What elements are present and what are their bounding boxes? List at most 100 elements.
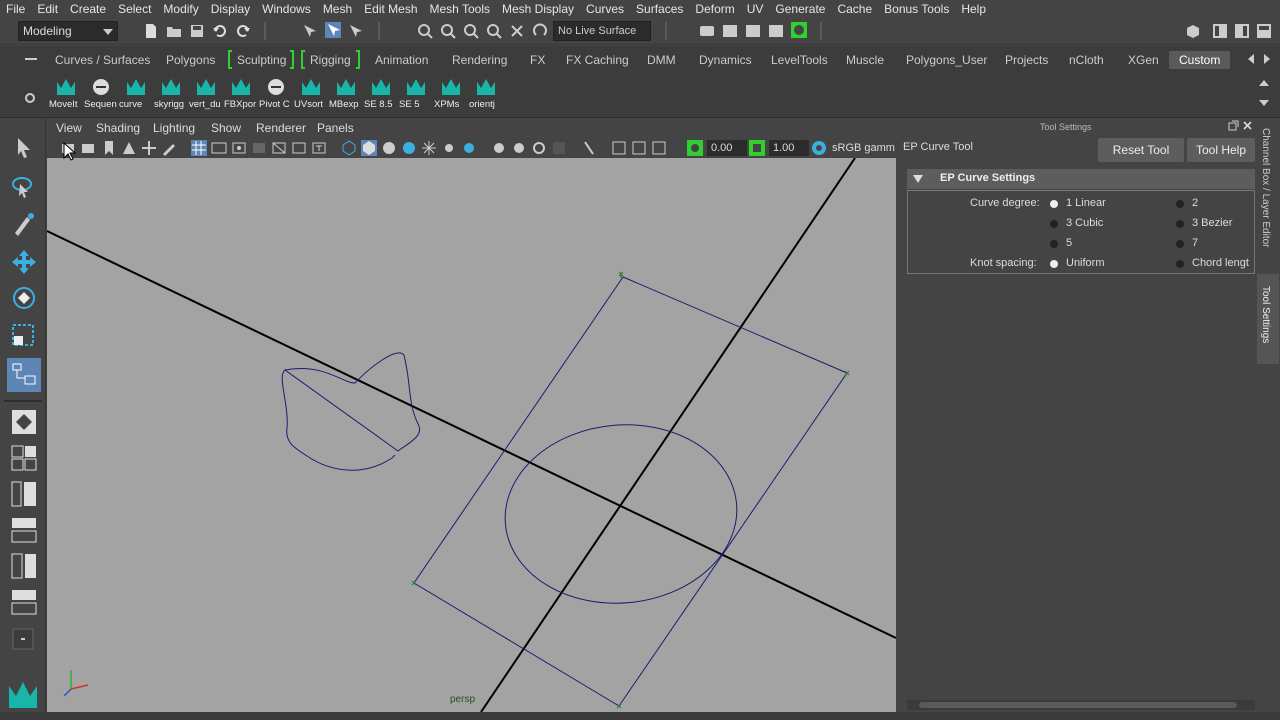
menu-item[interactable]: Bonus Tools <box>878 0 955 18</box>
grease-pencil-icon[interactable] <box>161 140 177 156</box>
time-slider[interactable] <box>0 712 1280 720</box>
shelf-button[interactable]: MoveIt <box>49 76 83 114</box>
shelf-scroll-up-icon[interactable] <box>1258 78 1270 88</box>
film-gate-icon[interactable] <box>211 140 227 156</box>
shelf-tab[interactable]: Rendering <box>452 51 507 69</box>
persp-outliner-layout-icon[interactable] <box>10 480 38 508</box>
use-all-lights-icon[interactable] <box>421 140 437 156</box>
camera-attributes-icon[interactable] <box>81 140 97 156</box>
shelf-button[interactable]: Sequen <box>84 76 118 114</box>
toggle-outliner-icon[interactable] <box>1212 23 1228 39</box>
menu-item[interactable]: Edit Mesh <box>358 0 423 18</box>
shelf-tab[interactable]: Polygons_User <box>906 51 987 69</box>
rotate-tool-icon[interactable] <box>10 284 38 312</box>
viewport-menu-item[interactable]: Panels <box>317 121 354 135</box>
shelf-tab[interactable]: Rigging <box>310 51 351 69</box>
viewport-menu-item[interactable]: Lighting <box>153 121 195 135</box>
menu-item[interactable]: Generate <box>769 0 831 18</box>
shelf-tab[interactable]: FX <box>530 51 545 69</box>
shelf-menu-icon[interactable] <box>25 58 37 60</box>
degree-radio-3-cubic[interactable] <box>1050 220 1058 228</box>
snap-curve-icon[interactable] <box>440 23 456 39</box>
render-frame-icon[interactable] <box>722 23 738 39</box>
shelf-button[interactable]: orientj <box>469 76 503 114</box>
view-transform-dropdown[interactable]: sRGB gamm <box>832 140 896 156</box>
shelf-tab[interactable]: FX Caching <box>566 51 629 69</box>
gate-mask-icon[interactable] <box>251 140 267 156</box>
textured-icon[interactable] <box>401 140 417 156</box>
shelf-settings-icon[interactable] <box>24 92 36 104</box>
safe-title-icon[interactable] <box>311 140 327 156</box>
safe-action-icon[interactable] <box>291 140 307 156</box>
snap-grid-icon[interactable] <box>417 23 433 39</box>
shelf-tab[interactable]: LevelTools <box>771 51 828 69</box>
knot-radio-uniform[interactable] <box>1050 260 1058 268</box>
last-tool-icon[interactable] <box>7 358 41 392</box>
motion-blur-icon[interactable] <box>491 140 507 156</box>
shelf-tab[interactable]: Polygons <box>166 51 215 69</box>
shelf-button[interactable]: SE 8.5 <box>364 76 398 114</box>
shelf-button[interactable]: UVsort <box>294 76 328 114</box>
freeform-curve[interactable] <box>281 352 421 471</box>
ipr-render-icon[interactable] <box>745 23 761 39</box>
shelf-tab[interactable]: Animation <box>375 51 428 69</box>
open-scene-icon[interactable] <box>166 23 182 39</box>
select-object-icon[interactable] <box>325 22 341 38</box>
scrollbar-thumb[interactable] <box>919 702 1237 708</box>
shelf-button[interactable]: curve <box>119 76 153 114</box>
float-panel-icon[interactable] <box>1228 120 1239 131</box>
snap-live-icon[interactable] <box>509 23 525 39</box>
gamma-field[interactable]: 1.00 <box>769 140 809 156</box>
shelf-tab[interactable]: nCloth <box>1069 51 1104 69</box>
persp-graph-layout-icon[interactable] <box>10 516 38 544</box>
scroll-left-icon[interactable] <box>1246 53 1256 65</box>
select-hierarchy-icon[interactable] <box>302 23 318 39</box>
viewport-menu-item[interactable]: Show <box>211 121 241 135</box>
shelf-button[interactable]: Pivot C <box>259 76 293 114</box>
viewport-menu-item[interactable]: Renderer <box>256 121 306 135</box>
hypershade-layout-icon[interactable] <box>10 552 38 580</box>
smooth-shade-icon[interactable] <box>361 140 377 156</box>
live-surface-field[interactable]: No Live Surface <box>553 21 651 41</box>
save-scene-icon[interactable] <box>189 23 205 39</box>
hypershade-icon[interactable] <box>791 22 807 38</box>
render-view-icon[interactable] <box>768 23 784 39</box>
menu-item[interactable]: Help <box>955 0 992 18</box>
xray-joints-icon[interactable] <box>611 140 627 156</box>
menu-item[interactable]: Display <box>205 0 256 18</box>
menu-item[interactable]: Mesh Display <box>496 0 580 18</box>
frame-selection-icon[interactable] <box>651 140 667 156</box>
gamma-icon[interactable] <box>749 140 765 156</box>
shelf-button[interactable]: FBXpor <box>224 76 258 114</box>
menu-item[interactable]: Mesh <box>317 0 358 18</box>
viewport-persp[interactable]: persp <box>47 158 896 712</box>
multisample-icon[interactable] <box>511 140 527 156</box>
shelf-button[interactable]: SE 5 <box>399 76 433 114</box>
toolbox-more-icon[interactable] <box>12 628 34 650</box>
shelf-button[interactable]: XPMs <box>434 76 468 114</box>
shelf-scroll-down-icon[interactable] <box>1258 98 1270 108</box>
shelf-tab[interactable]: Sculpting <box>237 51 286 69</box>
degree-radio-5[interactable] <box>1050 240 1058 248</box>
scale-tool-icon[interactable] <box>10 322 38 350</box>
2d-pan-zoom-icon[interactable] <box>141 140 157 156</box>
resolution-gate-icon[interactable] <box>231 140 247 156</box>
ep-curve-settings-header[interactable]: EP Curve Settings <box>907 169 1255 189</box>
toggle-tool-settings-icon[interactable] <box>1256 23 1272 39</box>
menu-item[interactable]: Create <box>64 0 112 18</box>
paint-select-icon[interactable] <box>10 210 38 238</box>
shelf-button[interactable]: MBexp <box>329 76 363 114</box>
single-perspective-layout-icon[interactable] <box>10 408 38 436</box>
menu-item[interactable]: Curves <box>580 0 630 18</box>
menu-item[interactable]: Surfaces <box>630 0 689 18</box>
shelf-tab[interactable]: Projects <box>1005 51 1048 69</box>
menu-item[interactable]: Edit <box>31 0 64 18</box>
reset-tool-button[interactable]: Reset Tool <box>1098 138 1184 162</box>
degree-radio-3-bezier[interactable] <box>1176 220 1184 228</box>
move-tool-icon[interactable] <box>10 248 38 276</box>
tool-help-button[interactable]: Tool Help <box>1187 138 1255 162</box>
toggle-attribute-icon[interactable] <box>1234 23 1250 39</box>
scroll-right-icon[interactable] <box>1262 53 1272 65</box>
channel-box-tab[interactable]: Channel Box / Layer Editor <box>1260 128 1271 248</box>
knot-radio-chord-length[interactable] <box>1176 260 1184 268</box>
